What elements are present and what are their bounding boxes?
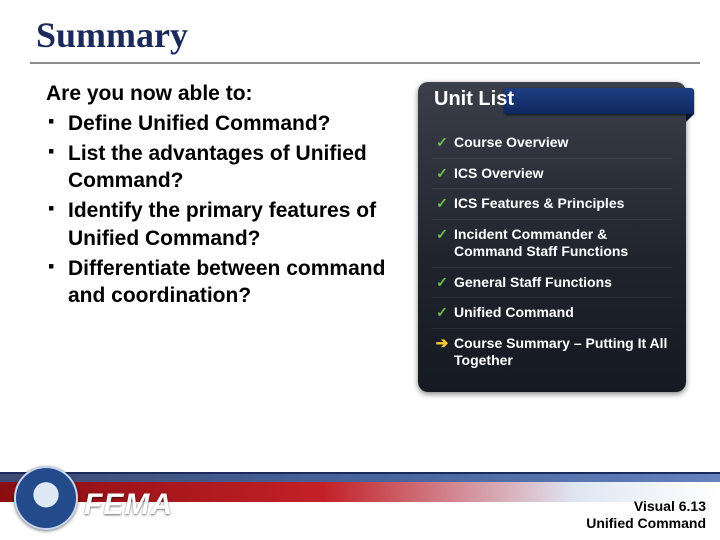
unit-item-label: ICS Features & Principles <box>454 195 624 211</box>
objectives-column: Are you now able to: Define Unified Comm… <box>46 82 406 392</box>
visual-number: Visual 6.13 <box>586 498 706 515</box>
check-icon: ✓ <box>434 274 450 292</box>
unit-list-item: ✓ICS Features & Principles <box>432 189 672 220</box>
unit-item-label: Course Overview <box>454 134 568 150</box>
fema-logo: FEMA <box>84 488 173 522</box>
fema-text: FEMA <box>84 488 173 521</box>
unit-list-item: ✓ICS Overview <box>432 159 672 190</box>
check-icon: ✓ <box>434 165 450 183</box>
unit-list-item: ✓Unified Command <box>432 298 672 329</box>
unit-list: ✓Course Overview ✓ICS Overview ✓ICS Feat… <box>418 122 686 376</box>
objective-text: Differentiate between command and coordi… <box>68 257 385 308</box>
objective-item: Identify the primary features of Unified… <box>46 197 406 252</box>
objective-text: Define Unified Command? <box>68 112 331 135</box>
unit-list-item: ✓Course Overview <box>432 128 672 159</box>
visual-meta: Visual 6.13 Unified Command <box>586 498 706 532</box>
unit-item-label: ICS Overview <box>454 165 544 181</box>
unit-list-item: ✓General Staff Functions <box>432 268 672 299</box>
footer: FEMA Visual 6.13 Unified Command <box>0 454 720 540</box>
objective-item: Differentiate between command and coordi… <box>46 255 406 310</box>
check-icon: ✓ <box>434 134 450 152</box>
objective-text: List the advantages of Unified Command? <box>68 142 367 193</box>
title-area: Summary <box>0 0 720 56</box>
ribbon-decoration <box>504 88 694 114</box>
unit-list-title: Unit List <box>434 88 514 111</box>
unit-item-label: General Staff Functions <box>454 274 612 290</box>
arrow-icon: ➔ <box>434 335 450 354</box>
unit-list-item: ✓Incident Commander & Command Staff Func… <box>432 220 672 268</box>
band-blue <box>0 474 720 482</box>
check-icon: ✓ <box>434 226 450 244</box>
content-row: Are you now able to: Define Unified Comm… <box>0 64 720 392</box>
unit-item-label: Incident Commander & Command Staff Funct… <box>454 226 628 260</box>
unit-list-header: Unit List <box>418 82 686 122</box>
unit-item-label: Course Summary – Putting It All Together <box>454 335 667 369</box>
unit-name: Unified Command <box>586 515 706 532</box>
check-icon: ✓ <box>434 195 450 213</box>
lead-question: Are you now able to: <box>46 82 406 106</box>
check-icon: ✓ <box>434 304 450 322</box>
objectives-list: Define Unified Command? List the advanta… <box>46 110 406 310</box>
slide-title: Summary <box>36 14 700 56</box>
objective-text: Identify the primary features of Unified… <box>68 199 376 250</box>
unit-list-item-current: ➔Course Summary – Putting It All Togethe… <box>432 329 672 376</box>
dhs-seal-icon <box>14 466 78 530</box>
slide: Summary Are you now able to: Define Unif… <box>0 0 720 540</box>
objective-item: List the advantages of Unified Command? <box>46 140 406 195</box>
objective-item: Define Unified Command? <box>46 110 406 138</box>
unit-list-panel: Unit List ✓Course Overview ✓ICS Overview… <box>418 82 686 392</box>
unit-item-label: Unified Command <box>454 304 574 320</box>
